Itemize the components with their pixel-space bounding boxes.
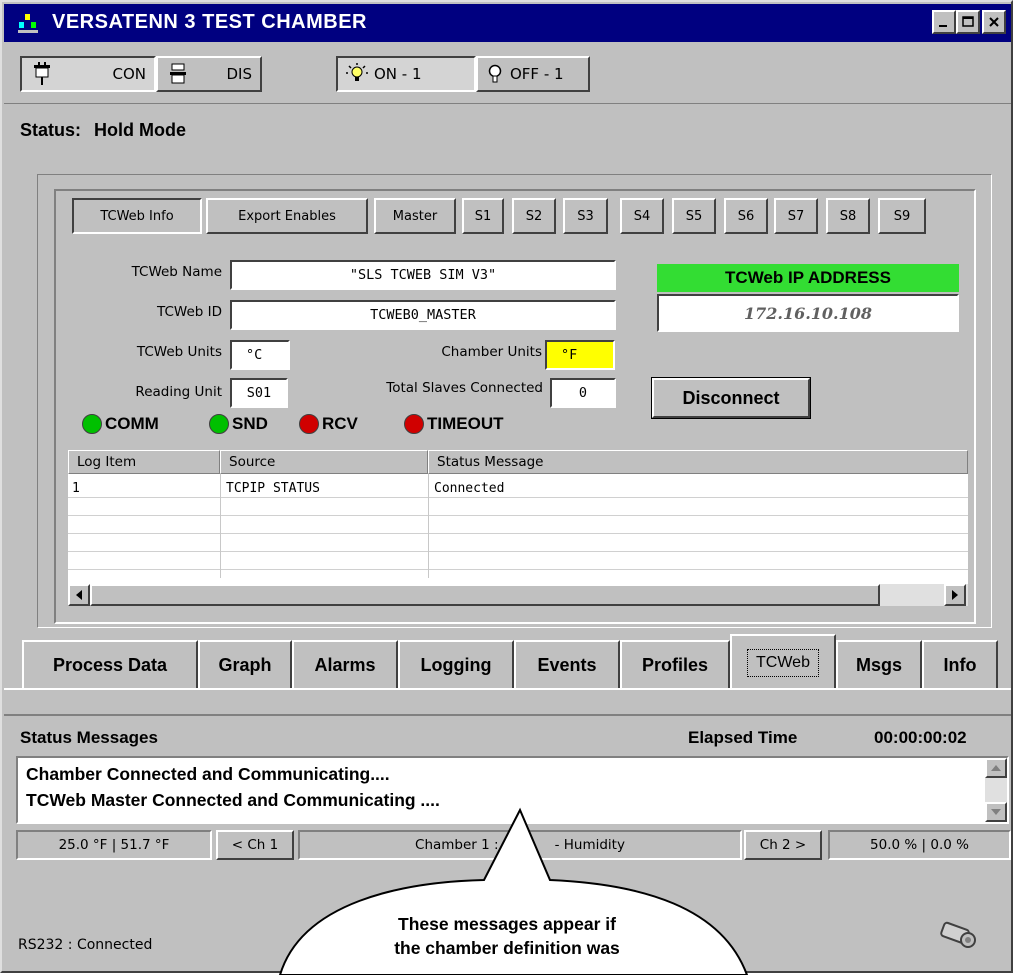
annotation-callout [278,807,749,975]
app-window: VERSATENN 3 TEST CHAMBER CON DIS ON - 1 … [0,0,1013,975]
callout-text: These messages appear if the chamber def… [342,912,672,960]
callout-line: These messages appear if [398,914,616,934]
callout-line: the chamber definition was [394,938,620,958]
